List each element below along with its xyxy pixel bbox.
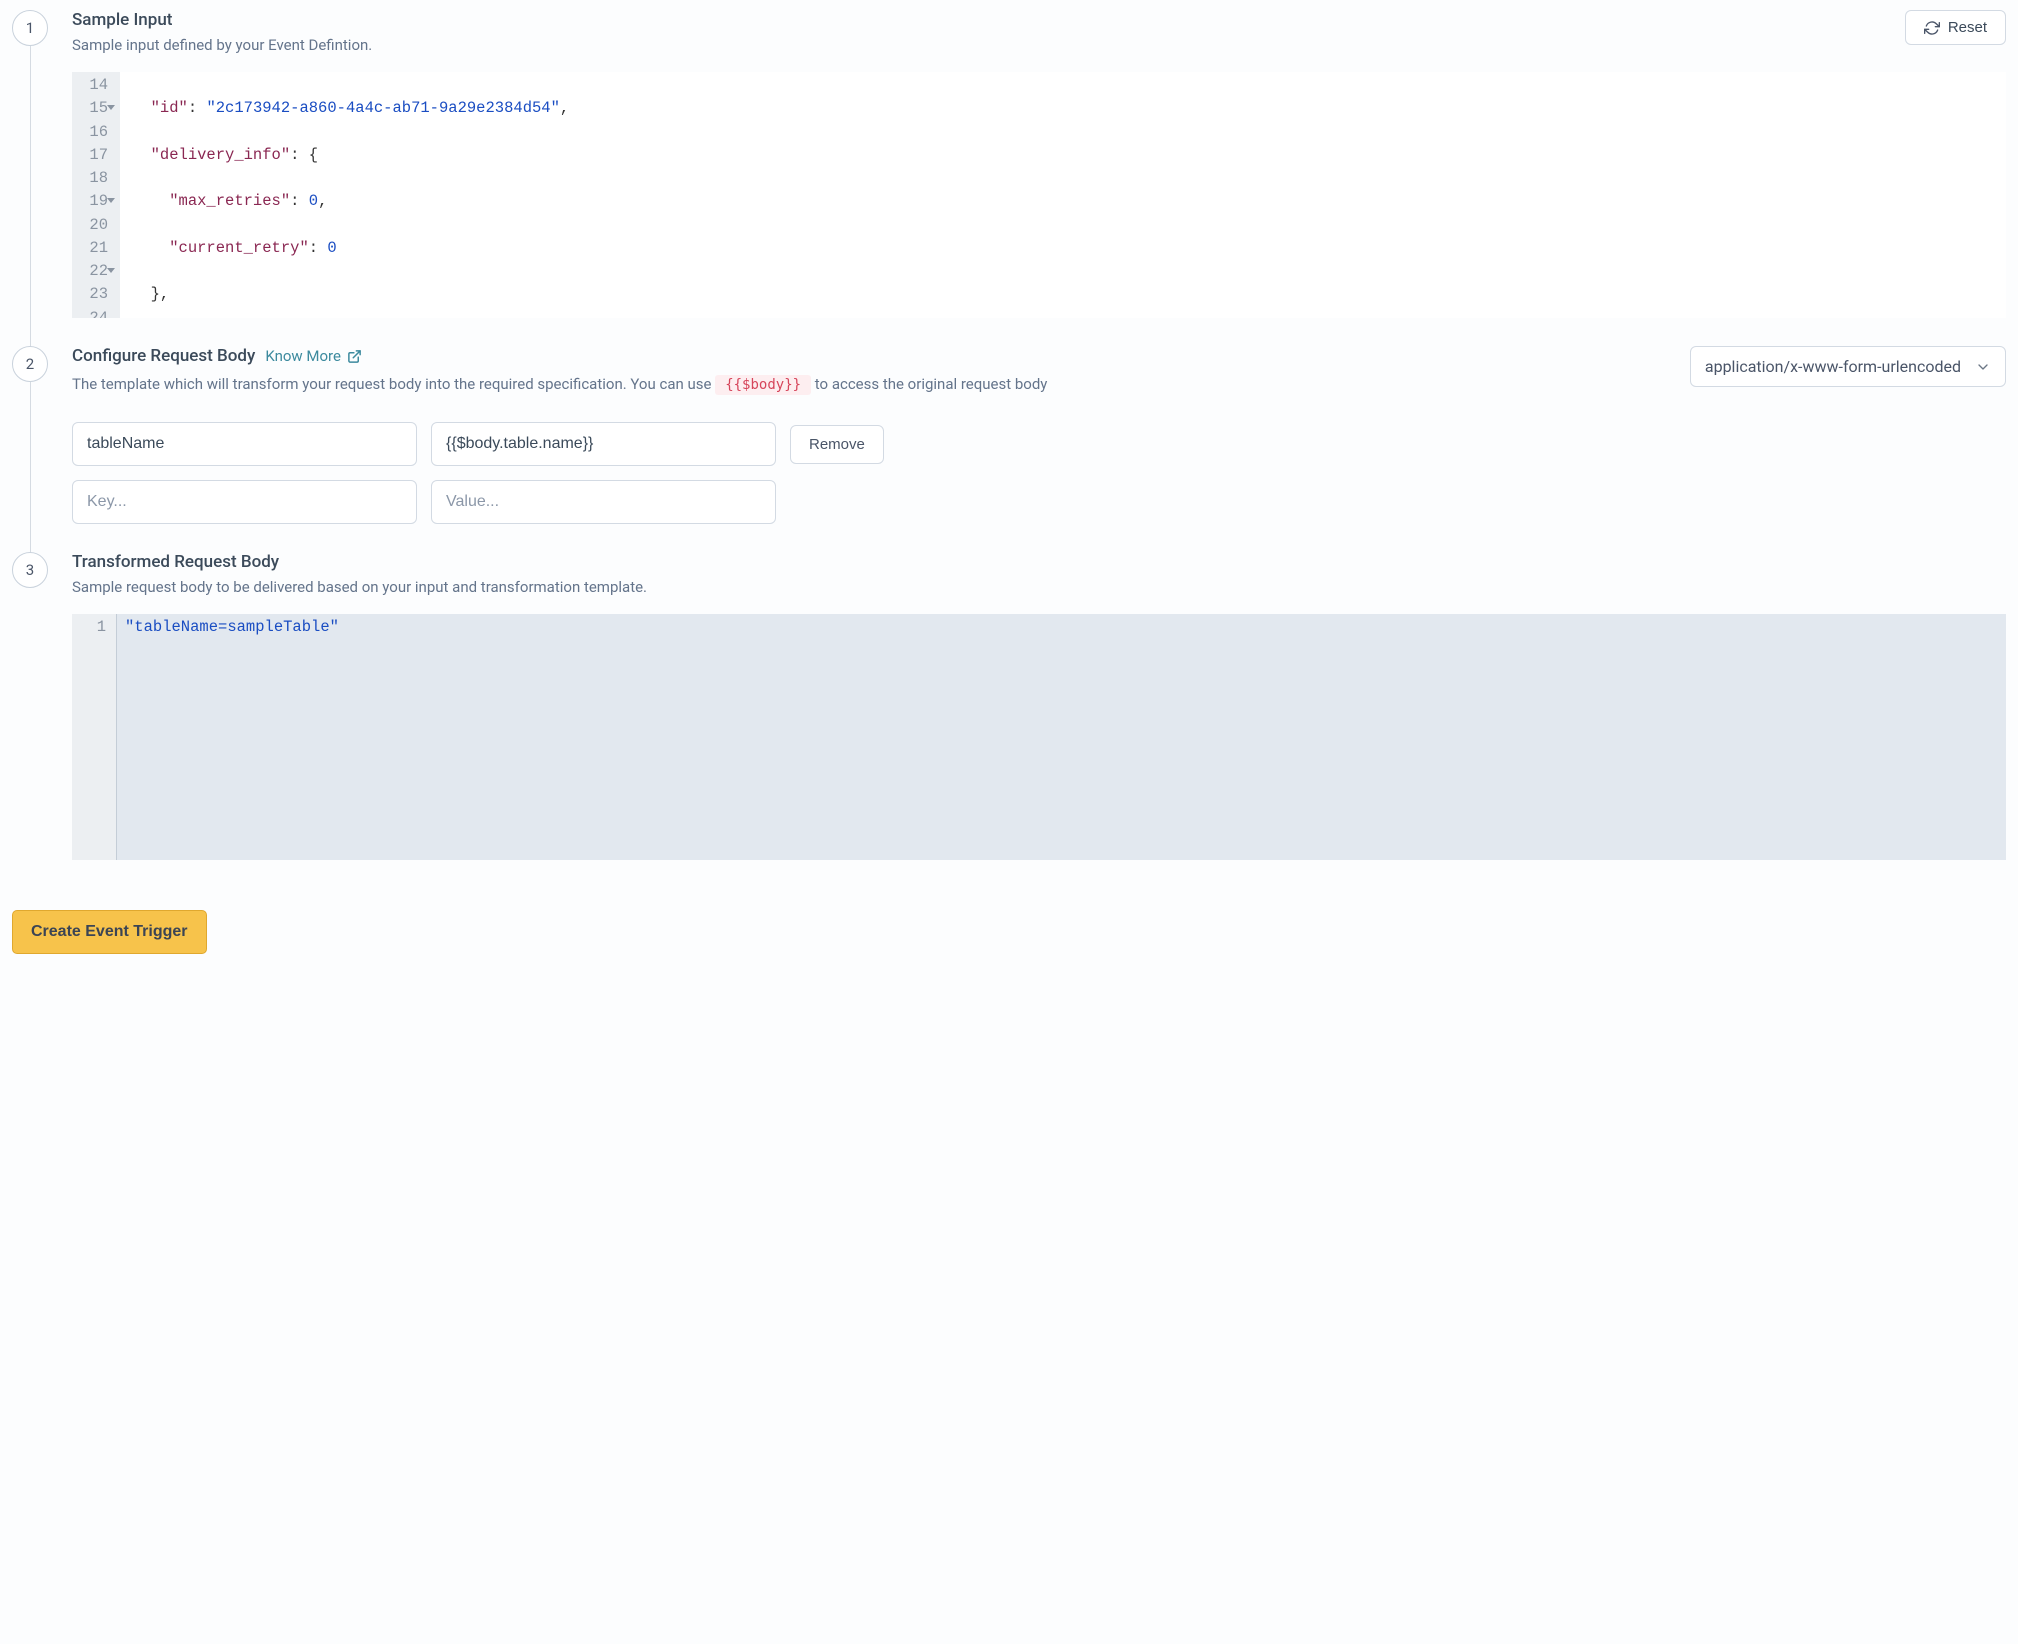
step-transformed-body: 3 Transformed Request Body Sample reques… — [12, 552, 2006, 888]
output-content: "tableName=sampleTable" — [116, 614, 2006, 860]
steps-container: 1 Sample Input Sample input defined by y… — [12, 10, 2006, 888]
reset-label: Reset — [1948, 19, 1987, 36]
step-number: 1 — [12, 10, 48, 46]
content-type-value: application/x-www-form-urlencoded — [1705, 357, 1961, 376]
reset-button[interactable]: Reset — [1905, 10, 2006, 45]
step-sample-input: 1 Sample Input Sample input defined by y… — [12, 10, 2006, 346]
step-configure-body: 2 Configure Request Body Know More — [12, 346, 2006, 552]
external-link-icon — [347, 349, 362, 364]
step-number: 3 — [12, 552, 48, 588]
content-type-select[interactable]: application/x-www-form-urlencoded — [1690, 346, 2006, 387]
transformed-body-viewer[interactable]: 1 "tableName=sampleTable" — [72, 614, 2006, 860]
key-input-empty[interactable] — [72, 480, 417, 524]
step-description: The template which will transform your r… — [72, 372, 1666, 396]
editor-gutter: 14 15 16 17 18 19 20 21 22 23 24 25 26 — [72, 72, 120, 318]
know-more-link[interactable]: Know More — [265, 347, 362, 365]
step-title: Transformed Request Body — [72, 552, 2006, 572]
step-number: 2 — [12, 346, 48, 382]
sample-input-editor[interactable]: 14 15 16 17 18 19 20 21 22 23 24 25 26 "… — [72, 72, 2006, 318]
body-chip: {{$body}} — [715, 375, 811, 395]
remove-button[interactable]: Remove — [790, 425, 884, 464]
kv-pairs: Remove — [72, 422, 2006, 524]
value-input-empty[interactable] — [431, 480, 776, 524]
refresh-icon — [1924, 20, 1940, 36]
value-input[interactable] — [431, 422, 776, 466]
kv-row: Remove — [72, 422, 2006, 466]
step-description: Sample input defined by your Event Defin… — [72, 36, 372, 54]
step-title: Configure Request Body Know More — [72, 346, 1666, 366]
kv-row-empty — [72, 480, 2006, 524]
editor-content[interactable]: "id": "2c173942-a860-4a4c-ab71-9a29e2384… — [120, 72, 2006, 318]
create-event-trigger-button[interactable]: Create Event Trigger — [12, 910, 207, 954]
key-input[interactable] — [72, 422, 417, 466]
step-title: Sample Input — [72, 10, 372, 30]
chevron-down-icon — [1975, 359, 1991, 375]
output-gutter: 1 — [72, 614, 116, 860]
step-description: Sample request body to be delivered base… — [72, 578, 2006, 596]
